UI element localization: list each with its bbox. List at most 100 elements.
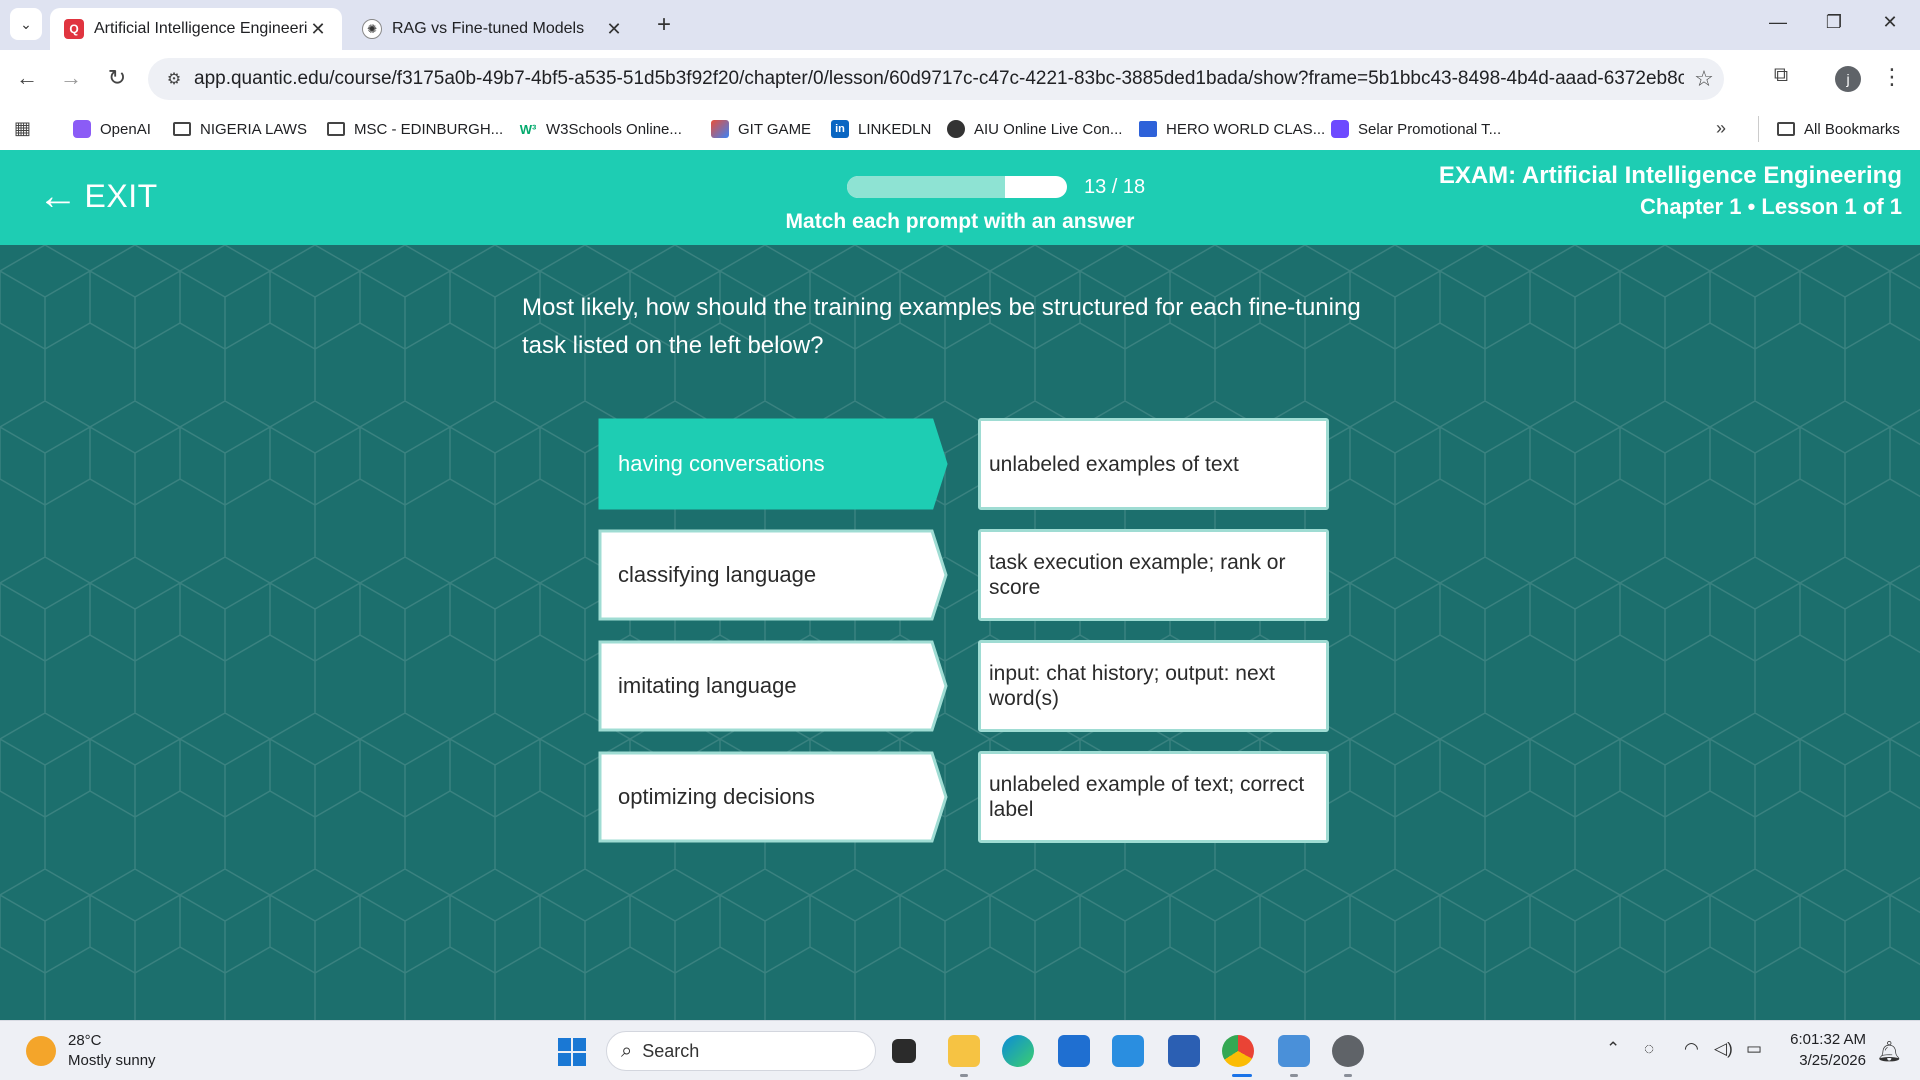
volume-icon[interactable]: ◁) (1714, 1039, 1733, 1059)
prompt-label: having conversations (618, 451, 825, 476)
answer-task-execution[interactable]: task execution example; rank or score (978, 529, 1329, 621)
answer-correct-label[interactable]: unlabeled example of text; correct label (978, 751, 1329, 843)
profile-avatar[interactable]: j (1835, 66, 1861, 92)
back-button[interactable]: ← (12, 64, 42, 94)
date: 3/25/2026 (1799, 1052, 1866, 1069)
bookmark-git-game[interactable]: GIT GAME (710, 117, 811, 141)
bookmark-linkedin[interactable]: in LINKEDLN (830, 117, 931, 141)
bookmark-msc-edinburgh[interactable]: MSC - EDINBURGH... (326, 117, 503, 141)
bookmark-hero-world[interactable]: HERO WORLD CLAS... (1138, 117, 1325, 141)
weather-condition: Mostly sunny (68, 1052, 156, 1069)
progress-count: 13 / 18 (1084, 176, 1146, 198)
wifi-icon[interactable]: ◠ (1684, 1039, 1699, 1059)
tab-search-button[interactable]: ⌄ (10, 8, 42, 40)
bookmarks-overflow-icon[interactable]: » (1716, 118, 1726, 139)
bookmarks-divider (1758, 116, 1759, 142)
progress-bar (847, 176, 1067, 198)
close-tab-icon[interactable]: ✕ (308, 19, 328, 40)
vscode-icon[interactable] (1112, 1035, 1144, 1067)
apps-grid-icon[interactable]: ▦ (14, 118, 36, 140)
lesson-header: ← EXIT 13 / 18 Match each prompt with an… (0, 150, 1920, 245)
back-arrow-icon: ← (38, 174, 79, 218)
selar-icon (1330, 120, 1350, 138)
aiu-icon (946, 120, 966, 138)
clock[interactable]: 6:01:32 AM 3/25/2026 (1790, 1029, 1866, 1071)
progress-fill (847, 176, 1006, 198)
browser-toolbar: ← → ↻ ⚙ app.quantic.edu/course/f3175a0b-… (0, 50, 1920, 108)
azure-data-studio-icon[interactable] (1168, 1035, 1200, 1067)
taskbar-search[interactable]: ⌕ Search (606, 1031, 876, 1071)
exam-subtitle: Chapter 1 • Lesson 1 of 1 (1640, 194, 1902, 219)
bookmark-aiu[interactable]: AIU Online Live Con... (946, 117, 1122, 141)
menu-kebab-icon[interactable]: ⋮ (1880, 64, 1904, 94)
security-icon[interactable]: ◌ (1644, 1039, 1654, 1059)
tab-artificial-intelligence[interactable]: Q Artificial Intelligence Engineerin ✕ (50, 8, 342, 50)
bookmark-label: LINKEDLN (858, 120, 932, 138)
bookmark-star-icon[interactable]: ☆ (1684, 66, 1724, 92)
minimize-button[interactable]: — (1758, 12, 1798, 38)
bookmarks-bar: ▦ OpenAI NIGERIA LAWS MSC - EDINBURGH...… (0, 108, 1920, 150)
search-placeholder: Search (642, 1040, 700, 1061)
taskbar: 28°C Mostly sunny ⌕ Search ⌃ ◌ ◠ ◁) ▭ 6:… (0, 1020, 1920, 1080)
reload-button[interactable]: ↻ (102, 64, 132, 94)
openai-icon (72, 120, 92, 138)
w3schools-icon: W³ (519, 121, 537, 137)
hero-icon (1138, 120, 1158, 138)
site-info-icon[interactable]: ⚙ (154, 69, 194, 89)
file-explorer-icon[interactable] (948, 1035, 980, 1067)
tab-strip: ⌄ Q Artificial Intelligence Engineerin ✕… (0, 0, 1920, 50)
prompt-optimizing-decisions[interactable]: optimizing decisions (598, 751, 948, 843)
time: 6:01:32 AM (1790, 1031, 1866, 1048)
git-game-icon (710, 120, 730, 138)
restore-button[interactable]: ❐ (1814, 12, 1854, 38)
tab-title: Artificial Intelligence Engineerin (94, 20, 308, 37)
notification-icon[interactable]: 🔔︎ (1877, 1039, 1902, 1064)
edge-icon[interactable] (1002, 1035, 1034, 1067)
lesson-body: Most likely, how should the training exa… (0, 245, 1920, 1020)
bookmark-label: NIGERIA LAWS (200, 120, 307, 138)
windows-start-icon[interactable] (558, 1038, 586, 1066)
sun-icon (26, 1036, 56, 1066)
prompt-classifying-language[interactable]: classifying language (598, 529, 948, 621)
temperature: 28°C (68, 1032, 102, 1049)
prompt-label: optimizing decisions (618, 784, 815, 809)
bookmark-nigeria-laws[interactable]: NIGERIA LAWS (172, 117, 307, 141)
forward-button[interactable]: → (56, 64, 86, 94)
prompt-imitating-language[interactable]: imitating language (598, 640, 948, 732)
linkedin-icon: in (830, 120, 850, 138)
answer-unlabeled-examples[interactable]: unlabeled examples of text (978, 418, 1329, 510)
bookmark-label: OpenAI (100, 120, 151, 138)
url-text[interactable]: app.quantic.edu/course/f3175a0b-49b7-4bf… (194, 68, 1684, 90)
close-tab-icon[interactable]: ✕ (604, 19, 624, 40)
folder-icon (326, 120, 346, 138)
bookmark-label: HERO WORLD CLAS... (1166, 120, 1326, 138)
folder-icon (1776, 120, 1796, 138)
battery-icon[interactable]: ▭ (1746, 1039, 1762, 1059)
running-indicator (960, 1074, 968, 1077)
question-text: Most likely, how should the training exa… (522, 294, 1361, 359)
bookmark-label: W3Schools Online... (546, 120, 682, 138)
prompt-having-conversations[interactable]: having conversations (598, 418, 948, 510)
bookmark-openai[interactable]: OpenAI (72, 117, 151, 141)
close-window-button[interactable]: ✕ (1870, 12, 1910, 38)
exam-title: EXAM: Artificial Intelligence Engineerin… (1438, 162, 1902, 189)
bookmark-w3schools[interactable]: W³ W3Schools Online... (518, 117, 682, 141)
answer-chat-history[interactable]: input: chat history; output: next word(s… (978, 640, 1329, 732)
chevron-up-icon[interactable]: ⌃ (1606, 1039, 1620, 1059)
extensions-icon[interactable]: ⧉ (1766, 64, 1796, 94)
weather-widget[interactable]: 28°C Mostly sunny (26, 1031, 156, 1071)
exit-button[interactable]: ← EXIT (38, 176, 158, 216)
settings-gear-icon[interactable] (1332, 1035, 1364, 1067)
bookmark-selar[interactable]: Selar Promotional T... (1330, 117, 1501, 141)
prompt-label: imitating language (618, 673, 797, 698)
chrome-icon[interactable] (1222, 1035, 1254, 1067)
photos-icon[interactable] (1278, 1035, 1310, 1067)
tab-rag-vs-fine-tuned[interactable]: ✺ RAG vs Fine-tuned Models ✕ (348, 8, 638, 50)
microsoft-store-icon[interactable] (1058, 1035, 1090, 1067)
tab-title: RAG vs Fine-tuned Models (392, 20, 585, 37)
all-bookmarks-button[interactable]: All Bookmarks (1776, 117, 1900, 141)
new-tab-button[interactable]: + (650, 12, 678, 40)
task-view-icon[interactable] (892, 1039, 916, 1063)
address-bar[interactable]: ⚙ app.quantic.edu/course/f3175a0b-49b7-4… (148, 58, 1724, 100)
bookmark-label: MSC - EDINBURGH... (354, 120, 504, 138)
